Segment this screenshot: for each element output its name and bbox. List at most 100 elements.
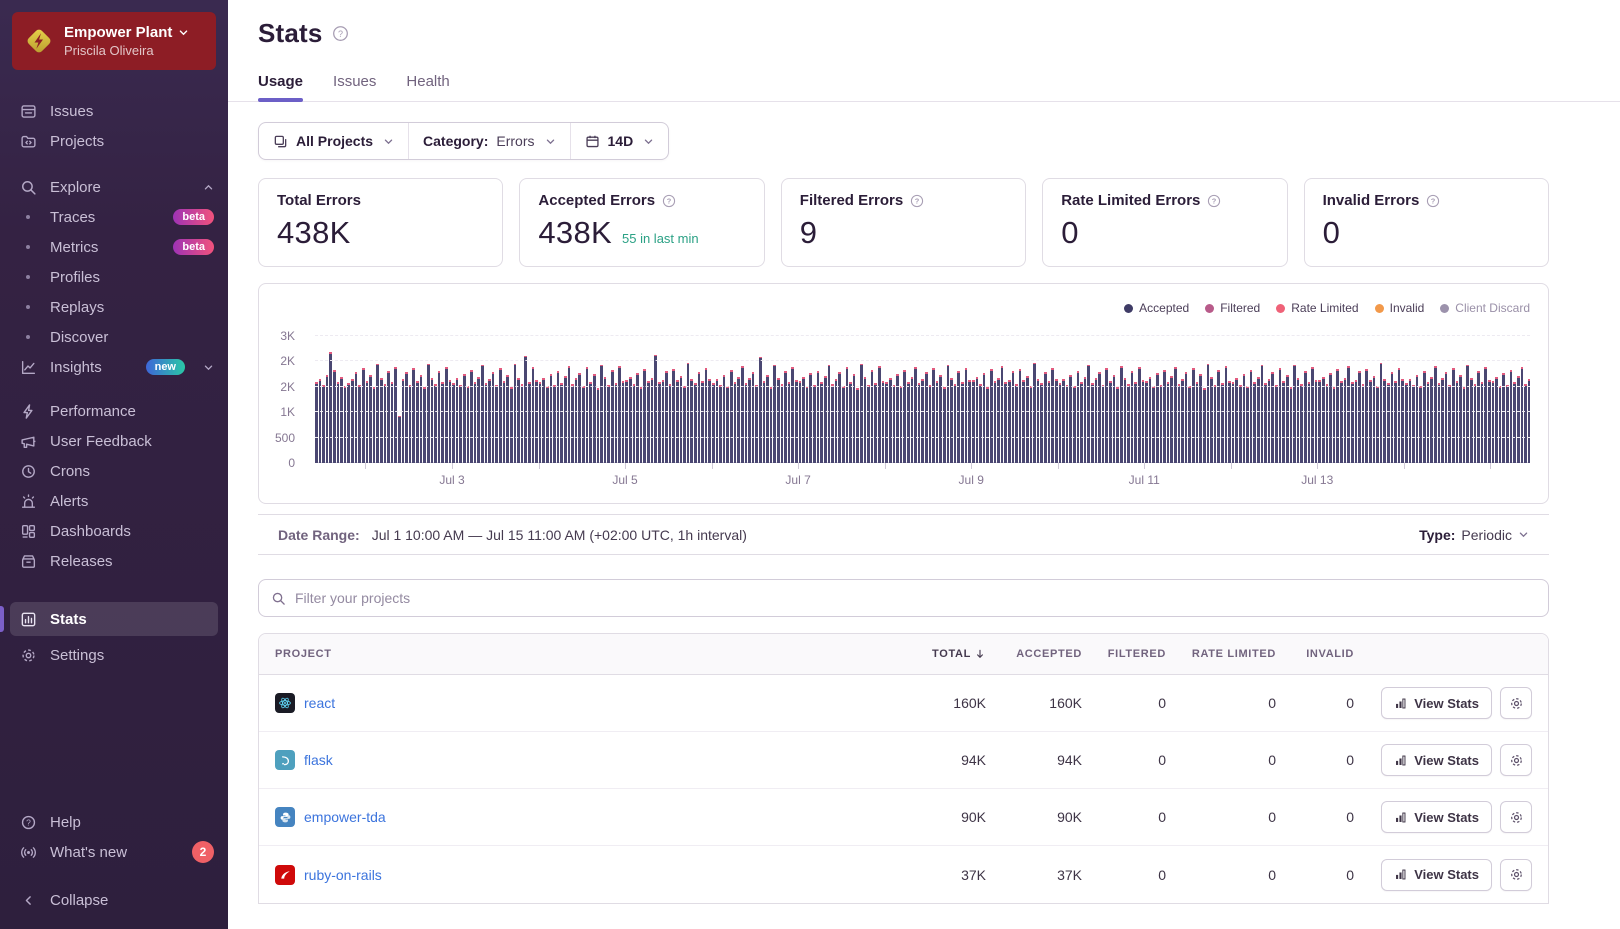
chart-bar[interactable] [1470,336,1473,463]
chart-bar[interactable] [449,336,452,463]
project-link[interactable]: empower-tda [304,809,386,825]
chart-bar[interactable] [1257,336,1260,463]
chart-bar[interactable] [647,336,650,463]
chart-bar[interactable] [589,336,592,463]
chart-bar[interactable] [495,336,498,463]
sidebar-item-stats[interactable]: Stats [10,602,218,636]
chart-bar[interactable] [1120,336,1123,463]
chart-bar[interactable] [1430,336,1433,463]
chart-bar[interactable] [376,336,379,463]
chart-bar[interactable] [1077,336,1080,463]
sidebar-item-help[interactable]: ? Help [0,807,228,837]
chart-bar[interactable] [1506,336,1509,463]
chart-bar[interactable] [1156,336,1159,463]
chart-bar[interactable] [329,336,332,463]
chart-bar[interactable] [358,336,361,463]
chart-bar[interactable] [503,336,506,463]
chart-bar[interactable] [470,336,473,463]
chart-bar[interactable] [604,336,607,463]
chart-bar[interactable] [485,336,488,463]
chart-bar[interactable] [1243,336,1246,463]
chart-bar[interactable] [1199,336,1202,463]
chart-bar[interactable] [701,336,704,463]
chart-bar[interactable] [398,336,401,463]
project-settings-button[interactable] [1500,859,1532,891]
chart-bar[interactable] [1427,336,1430,463]
chart-bar[interactable] [1030,336,1033,463]
chart-bar[interactable] [521,336,524,463]
tab-usage[interactable]: Usage [258,73,303,101]
chart-bar[interactable] [856,336,859,463]
chart-bar[interactable] [1502,336,1505,463]
chart-bar[interactable] [333,336,336,463]
chart-bar[interactable] [315,336,318,463]
sidebar-item-issues[interactable]: Issues [0,96,228,126]
chart-bar[interactable] [882,336,885,463]
chart-bar[interactable] [871,336,874,463]
chart-bar[interactable] [1221,336,1224,463]
chart-bar[interactable] [1463,336,1466,463]
chart-bar[interactable] [925,336,928,463]
chart-bar[interactable] [568,336,571,463]
chart-bar[interactable] [452,336,455,463]
chart-bar[interactable] [737,336,740,463]
chart-bar[interactable] [1116,336,1119,463]
sidebar-item-traces[interactable]: Traces beta [0,202,228,232]
chart-bar[interactable] [1149,336,1152,463]
chart-bar[interactable] [773,336,776,463]
chart-bar[interactable] [459,336,462,463]
chart-bar[interactable] [557,336,560,463]
chart-bar[interactable] [1355,336,1358,463]
chart-bar[interactable] [1181,336,1184,463]
chart-bar[interactable] [1524,336,1527,463]
chart-bar[interactable] [759,336,762,463]
chart-bar[interactable] [874,336,877,463]
chart-bar[interactable] [1448,336,1451,463]
chart-bar[interactable] [322,336,325,463]
chart-bar[interactable] [1322,336,1325,463]
chart-bar[interactable] [716,336,719,463]
chart-bar[interactable] [907,336,910,463]
chart-bar[interactable] [618,336,621,463]
chart-bar[interactable] [820,336,823,463]
chart-bar[interactable] [755,336,758,463]
chart-bar[interactable] [1304,336,1307,463]
sidebar-item-insights[interactable]: Insights new [0,352,228,382]
view-stats-button[interactable]: View Stats [1381,859,1492,891]
chart-bar[interactable] [1398,336,1401,463]
column-header-invalid[interactable]: INVALID [1276,648,1354,660]
chart-bar[interactable] [1329,336,1332,463]
chart-bar[interactable] [1268,336,1271,463]
chart-bar[interactable] [849,336,852,463]
chart-bar[interactable] [947,336,950,463]
chart-bar[interactable] [766,336,769,463]
chart-bar[interactable] [1073,336,1076,463]
sidebar-item-settings[interactable]: Settings [0,640,228,670]
sidebar-collapse-button[interactable]: Collapse [0,885,228,915]
chart-bar[interactable] [1192,336,1195,463]
chart-bar[interactable] [337,336,340,463]
chart-bar[interactable] [1062,336,1065,463]
chart-bar[interactable] [1131,336,1134,463]
chart-bar[interactable] [431,336,434,463]
chart-bar[interactable] [564,336,567,463]
chart-bar[interactable] [1362,336,1365,463]
column-header-filtered[interactable]: FILTERED [1082,648,1166,660]
chart-bar[interactable] [719,336,722,463]
chart-bar[interactable] [1528,336,1531,463]
chart-bar[interactable] [885,336,888,463]
chart-bar[interactable] [1358,336,1361,463]
chart-bar[interactable] [560,336,563,463]
chart-bar[interactable] [680,336,683,463]
chart-bar[interactable] [1311,336,1314,463]
chart-bar[interactable] [1004,336,1007,463]
chart-bar[interactable] [921,336,924,463]
chart-bar[interactable] [788,336,791,463]
sidebar-item-profiles[interactable]: Profiles [0,262,228,292]
chart-bar[interactable] [1185,336,1188,463]
chart-bar[interactable] [1318,336,1321,463]
chart-bar[interactable] [514,336,517,463]
chart-bar[interactable] [1387,336,1390,463]
chart-bar[interactable] [889,336,892,463]
project-settings-button[interactable] [1500,687,1532,719]
